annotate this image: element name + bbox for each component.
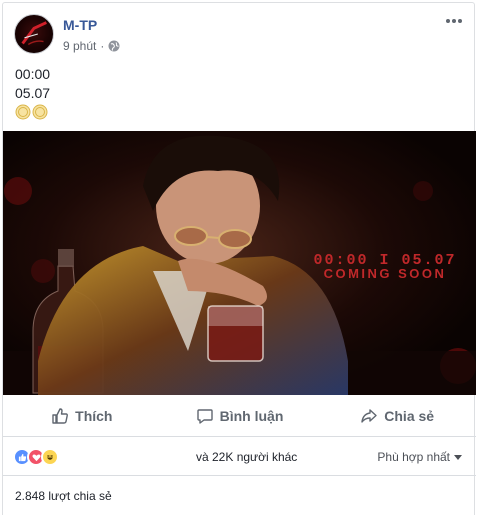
like-label: Thích (75, 407, 113, 424)
coin-emoji-icon (15, 104, 31, 120)
more-dot (452, 19, 456, 23)
share-label: Chia sẻ (384, 407, 435, 424)
overlay-coming-soon: COMING SOON (324, 266, 447, 281)
reactions-others[interactable]: và 22K người khác (196, 450, 297, 464)
comment-label: Bình luận (219, 407, 284, 424)
share-arrow-icon (361, 408, 377, 423)
caret-down-icon (454, 454, 462, 460)
share-count[interactable]: 2.848 lượt chia sẻ (15, 489, 112, 503)
more-dot (446, 19, 450, 23)
post-text: 00:00 05.07 (15, 65, 50, 120)
reaction-icons[interactable] (13, 448, 59, 466)
comment-button[interactable]: Bình luận (161, 395, 319, 436)
post-image[interactable]: 00:00 I 05.07 COMING SOON (3, 131, 476, 395)
share-button[interactable]: Chia sẻ (318, 395, 476, 436)
thumbs-up-icon (52, 407, 69, 424)
haha-icon (41, 448, 59, 466)
sort-dropdown[interactable]: Phù hợp nhất (377, 450, 462, 464)
coin-emoji-icon (32, 104, 48, 120)
post-text-line: 05.07 (15, 85, 51, 101)
post-meta: 9 phút · (63, 39, 120, 53)
post-text-line: 00:00 (15, 66, 51, 82)
like-button[interactable]: Thích (3, 395, 161, 436)
author-name[interactable]: M-TP (63, 17, 97, 33)
reactions-summary: và 22K người khác Phù hợp nhất (3, 438, 476, 476)
post-actions: Thích Bình luận Chia sẻ (3, 395, 476, 437)
post-card: M-TP 9 phút · 00:00 05.07 00:00 I 05.07 … (2, 2, 476, 515)
comment-icon (196, 408, 213, 424)
meta-separator: · (100, 39, 105, 53)
post-time[interactable]: 9 phút (63, 39, 96, 53)
globe-icon (108, 40, 120, 52)
more-options-button[interactable] (444, 13, 464, 29)
author-avatar[interactable] (14, 14, 54, 54)
sort-label: Phù hợp nhất (377, 450, 450, 464)
more-dot (458, 19, 462, 23)
emoji-row (15, 104, 50, 120)
